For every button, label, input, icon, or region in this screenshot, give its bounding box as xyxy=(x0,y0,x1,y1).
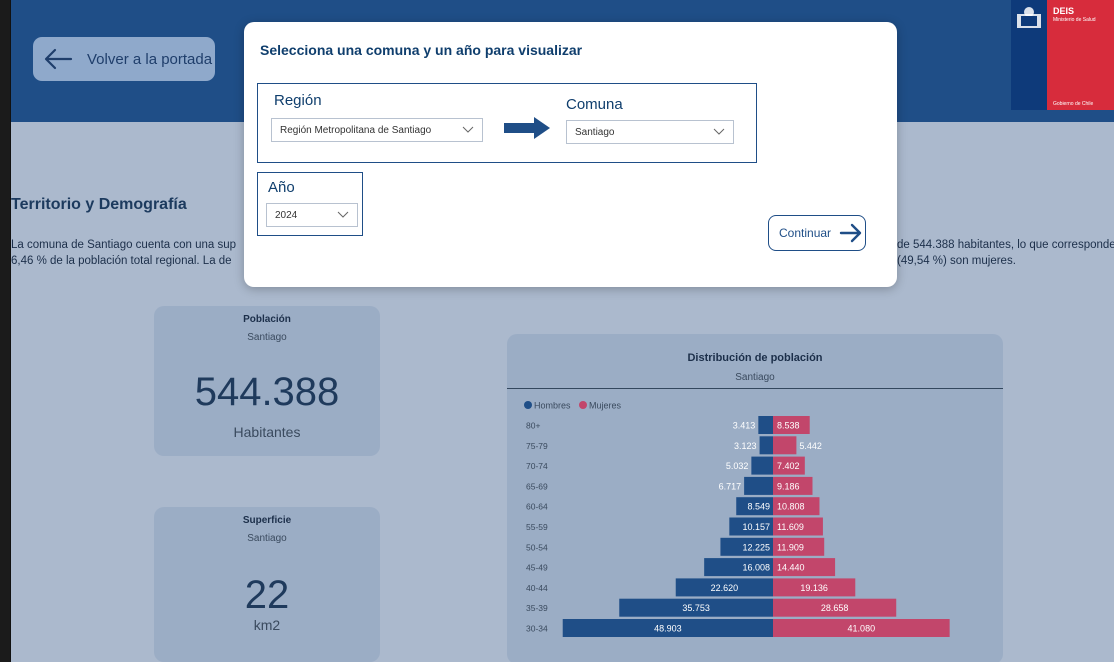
data-label-hombres: 3.413 xyxy=(733,421,756,431)
bar-mujeres xyxy=(773,436,797,455)
age-group-label: 75-79 xyxy=(526,441,548,451)
surface-card-title: Superficie xyxy=(242,515,292,526)
deis-logo: DEIS Ministerio de Salud Gobierno de Chi… xyxy=(1011,0,1114,110)
surface-card: Superficie Santiago 22 km2 xyxy=(154,507,380,662)
chevron-down-icon xyxy=(337,211,349,218)
age-group-label: 65-69 xyxy=(526,481,548,491)
age-group-label: 45-49 xyxy=(526,563,548,573)
population-card-title: Población xyxy=(243,314,291,325)
legend-label-hombres: Hombres xyxy=(534,401,571,411)
data-label-mujeres: 9.186 xyxy=(777,481,800,491)
coat-of-arms-icon xyxy=(1017,7,1041,28)
data-label-mujeres: 41.080 xyxy=(848,624,876,634)
surface-card-subtitle: Santiago xyxy=(247,533,287,544)
region-dropdown-value: Región Metropolitana de Santiago xyxy=(280,124,432,136)
app-frame: Volver a la portada DEIS Ministerio de S… xyxy=(10,0,1114,662)
data-label-hombres: 6.717 xyxy=(719,481,742,491)
bar-hombres xyxy=(744,476,773,495)
description-text: (49,54 %) son mujeres. xyxy=(897,255,1016,267)
data-label-mujeres: 8.538 xyxy=(777,421,800,431)
chevron-down-icon xyxy=(713,128,725,135)
data-label-hombres: 12.225 xyxy=(742,542,770,552)
description-text: de 544.388 habitantes, lo que correspond… xyxy=(897,239,1114,251)
bar-hombres xyxy=(759,436,773,455)
region-comuna-group: Región Región Metropolitana de Santiago … xyxy=(257,83,757,163)
anio-group: Año 2024 xyxy=(257,172,363,236)
data-label-mujeres: 5.442 xyxy=(799,441,822,451)
surface-unit: km2 xyxy=(253,617,281,633)
description-text: La comuna de Santiago cuenta con una sup xyxy=(11,239,237,251)
surface-value: 22 xyxy=(244,573,290,617)
age-group-label: 60-64 xyxy=(526,502,548,512)
arrow-left-icon xyxy=(44,48,73,70)
selection-modal: Selecciona una comuna y un año para visu… xyxy=(244,22,897,287)
logo-text-ministry: Ministerio de Salud xyxy=(1053,17,1096,23)
data-label-mujeres: 11.909 xyxy=(777,542,804,552)
bar-hombres xyxy=(751,456,773,475)
data-label-hombres: 5.032 xyxy=(726,461,749,471)
region-dropdown[interactable]: Región Metropolitana de Santiago xyxy=(271,118,483,142)
anio-label: Año xyxy=(268,179,295,196)
data-label-mujeres: 7.402 xyxy=(777,461,800,471)
age-group-label: 40-44 xyxy=(526,583,548,593)
modal-title: Selecciona una comuna y un año para visu… xyxy=(260,42,583,58)
legend-marker-mujeres xyxy=(579,401,587,409)
back-button-label: Volver a la portada xyxy=(87,50,213,68)
data-label-mujeres: 11.609 xyxy=(777,522,804,532)
population-unit: Habitantes xyxy=(233,424,301,440)
data-label-mujeres: 19.136 xyxy=(800,583,828,593)
population-pyramid-card: Distribución de población Santiago Hombr… xyxy=(507,334,1003,662)
population-value: 544.388 xyxy=(194,370,340,414)
logo-text-deis: DEIS xyxy=(1053,6,1075,16)
data-label-hombres: 48.903 xyxy=(654,624,682,634)
arrow-right-icon xyxy=(504,117,550,139)
logo-text-government: Gobierno de Chile xyxy=(1053,101,1094,107)
age-group-label: 70-74 xyxy=(526,461,548,471)
bar-hombres xyxy=(758,416,773,434)
chevron-down-icon xyxy=(462,126,474,133)
comuna-dropdown-value: Santiago xyxy=(575,126,615,138)
anio-dropdown-value: 2024 xyxy=(275,209,298,221)
arrow-right-icon xyxy=(839,223,862,243)
population-card-subtitle: Santiago xyxy=(247,332,287,343)
legend-label-mujeres: Mujeres xyxy=(589,401,622,411)
comuna-dropdown[interactable]: Santiago xyxy=(566,120,734,144)
back-to-home-button[interactable]: Volver a la portada xyxy=(33,37,215,81)
data-label-hombres: 3.123 xyxy=(734,441,757,451)
data-label-hombres: 8.549 xyxy=(747,502,770,512)
continue-button-label: Continuar xyxy=(779,226,832,240)
age-group-label: 80+ xyxy=(526,421,540,431)
continue-button[interactable]: Continuar xyxy=(768,215,866,251)
age-group-label: 50-54 xyxy=(526,542,548,552)
region-label: Región xyxy=(274,92,322,109)
data-label-hombres: 16.008 xyxy=(742,563,770,573)
legend-marker-hombres xyxy=(524,401,532,409)
comuna-label: Comuna xyxy=(566,96,623,113)
data-label-mujeres: 28.658 xyxy=(821,603,849,613)
age-group-label: 30-34 xyxy=(526,624,548,634)
data-label-hombres: 10.157 xyxy=(742,522,770,532)
age-group-label: 55-59 xyxy=(526,522,548,532)
description-text: 6,46 % de la población total regional. L… xyxy=(11,255,232,267)
population-card: Población Santiago 544.388 Habitantes xyxy=(154,306,380,456)
data-label-hombres: 35.753 xyxy=(682,603,710,613)
data-label-mujeres: 14.440 xyxy=(777,563,805,573)
data-label-hombres: 22.620 xyxy=(711,583,739,593)
population-pyramid-chart: Hombres Mujeres 80+ 3.413 8.538 75-79 3.123 5.4… xyxy=(524,401,950,637)
section-title: Territorio y Demografía xyxy=(11,196,187,213)
age-group-label: 35-39 xyxy=(526,603,548,613)
anio-dropdown[interactable]: 2024 xyxy=(266,203,358,227)
data-label-mujeres: 10.808 xyxy=(777,502,805,512)
